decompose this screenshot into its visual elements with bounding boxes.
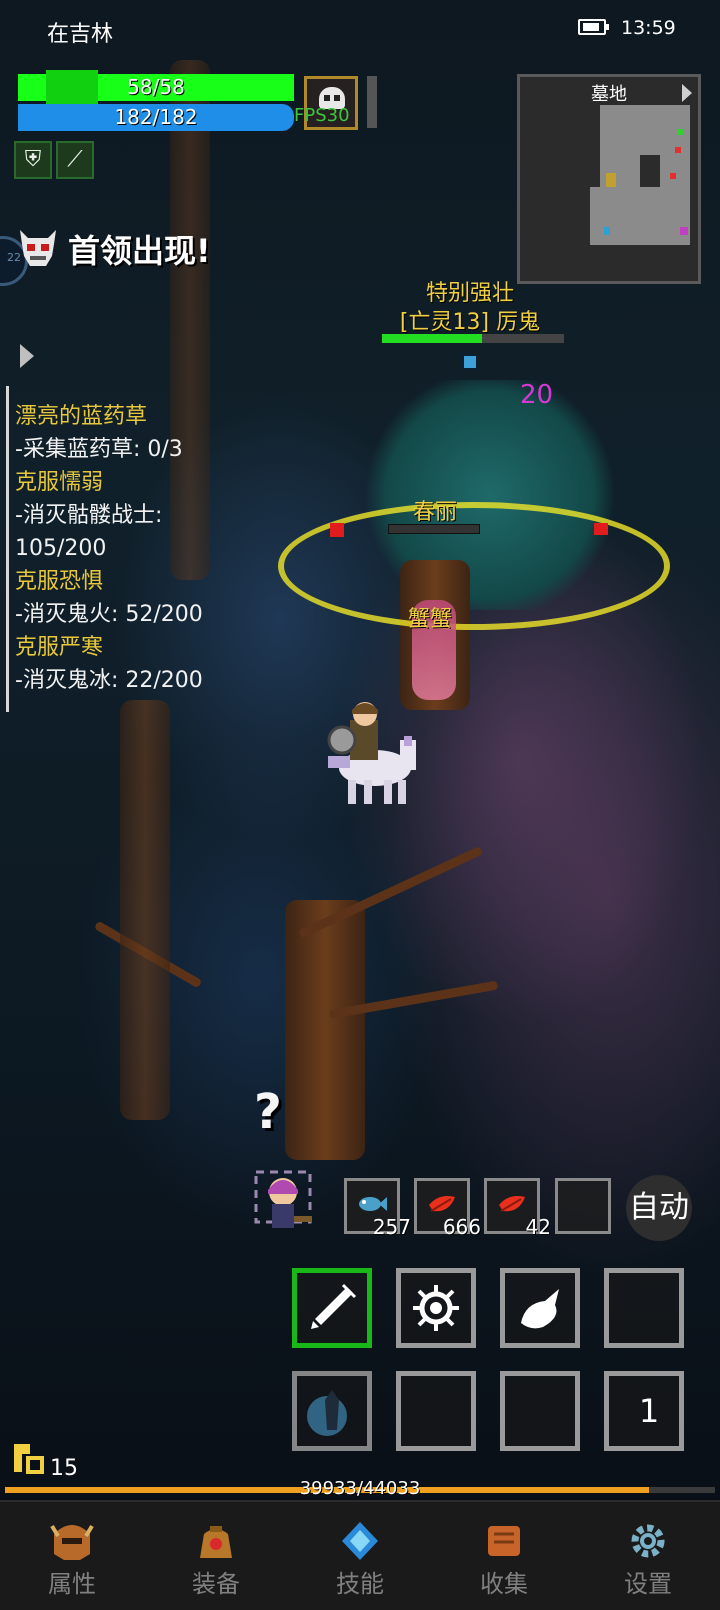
fish-icon [359, 1197, 387, 1211]
nav-settings[interactable]: 设置 [576, 1502, 720, 1610]
dark-knight-icon [307, 1390, 347, 1436]
minimap-room [600, 137, 640, 197]
damage-number: 20 [520, 380, 554, 410]
sword-buff-icon[interactable]: ⟋ [56, 141, 94, 179]
auto-battle-button[interactable]: 自动 [626, 1175, 692, 1241]
level-icon [14, 1444, 44, 1474]
nav-collection[interactable]: 收集 [432, 1502, 576, 1610]
pet-name: 蟹蟹 [407, 607, 452, 632]
quest-objective: -消灭鬼冰: 22/200 [15, 668, 203, 693]
book-icon [488, 1526, 520, 1556]
red-leaf-icon [429, 1196, 455, 1212]
nav-label: 属性 [48, 1570, 96, 1598]
battery-icon [578, 19, 609, 35]
radiant-burst-icon [413, 1285, 459, 1331]
minimap-player-marker [606, 173, 616, 187]
consumable-slot[interactable]: 42 [484, 1178, 551, 1239]
status-bar-clock: 13:59 [621, 17, 676, 39]
minimap-marker [677, 129, 683, 135]
quest-title: 克服懦弱 [15, 470, 104, 495]
tree-branch [298, 845, 484, 939]
red-leaf-icon [499, 1196, 525, 1212]
pet-hp-bar [388, 524, 480, 534]
mp-text: 182/182 [114, 105, 198, 129]
quest-panel-collapse-icon[interactable] [20, 344, 34, 368]
bag-icon [200, 1526, 232, 1558]
beast-claw-icon [521, 1289, 559, 1329]
game-screen[interactable]: ? 在吉林 13:59 58/58 182/182 FPS30 ⛨ ⟋ 墓地 2… [0, 0, 720, 1610]
quest-item[interactable]: 克服恐惧 -消灭鬼火: 52/200 [15, 565, 275, 631]
quest-title: 克服恐惧 [15, 569, 104, 594]
skill-slot[interactable] [292, 1371, 372, 1451]
mystery-question-mark[interactable]: ? [254, 1084, 282, 1140]
gear-icon [631, 1524, 665, 1558]
quickslot-counter[interactable]: 1 [604, 1371, 684, 1451]
boss-alert-text: 首领出现! [68, 232, 211, 270]
quest-item[interactable]: 克服严寒 -消灭鬼冰: 22/200 [15, 631, 275, 697]
quest-objective: 105/200 [15, 536, 107, 561]
quickslot-number: 1 [638, 1392, 660, 1430]
fps-counter: FPS30 [294, 105, 350, 126]
skill-slot-empty[interactable] [396, 1371, 476, 1451]
pet-name: 春丽 [412, 500, 457, 525]
quest-objective: -采集蓝药草: 0/3 [15, 437, 183, 462]
skill-slot[interactable] [500, 1268, 580, 1348]
helmet-icon [50, 1524, 94, 1560]
nav-label: 装备 [192, 1570, 240, 1598]
crystal-icon [342, 1522, 378, 1560]
skill-slot-empty[interactable] [500, 1371, 580, 1451]
boss-eye [594, 523, 608, 535]
nav-equipment[interactable]: 装备 [144, 1502, 288, 1610]
minimap-marker [670, 173, 676, 179]
status-bar-title: 在吉林 [47, 22, 114, 47]
skill-slot[interactable] [396, 1268, 476, 1348]
xp-text: 39933/44033 [299, 1478, 421, 1499]
minimap-marker [604, 227, 610, 235]
demon-skull-icon [20, 230, 56, 266]
minimap-expand-icon[interactable] [682, 84, 692, 102]
ghost-marker-icon [462, 354, 478, 370]
consumable-slot[interactable]: 666 [414, 1178, 481, 1239]
nav-attributes[interactable]: 属性 [0, 1502, 144, 1610]
consumable-count: 257 [372, 1215, 411, 1239]
quest-list[interactable]: 漂亮的蓝药草 -采集蓝药草: 0/3 克服懦弱 -消灭骷髅战士: 105/200… [15, 400, 275, 697]
nav-label: 技能 [336, 1570, 384, 1598]
skill-slot[interactable] [292, 1268, 372, 1348]
quest-title: 漂亮的蓝药草 [15, 404, 148, 429]
consumable-slot[interactable]: 257 [344, 1178, 411, 1239]
quest-objective: -消灭鬼火: 52/200 [15, 602, 203, 627]
tree-trunk [120, 700, 170, 1120]
minimap-title: 墓地 [591, 84, 627, 105]
consumable-slot-empty[interactable] [555, 1178, 611, 1234]
hp-text: 58/58 [127, 75, 185, 99]
quest-item[interactable]: 漂亮的蓝药草 -采集蓝药草: 0/3 [15, 400, 275, 466]
nav-skills[interactable]: 技能 [288, 1502, 432, 1610]
nav-label: 设置 [624, 1570, 672, 1598]
consumable-count: 666 [442, 1215, 481, 1239]
shield-up-buff-icon[interactable]: ⛨ [14, 141, 52, 179]
bottom-navigation: 属性 装备 技能 收集 设置 [0, 1500, 720, 1610]
player-character[interactable] [320, 700, 420, 810]
boss-eye [330, 523, 344, 537]
skill-slot-empty[interactable] [604, 1268, 684, 1348]
enemy-hp-bar [382, 334, 483, 343]
sword-slash-icon [311, 1283, 357, 1329]
consumable-count: 42 [525, 1215, 551, 1239]
quest-item[interactable]: 克服懦弱 -消灭骷髅战士: 105/200 [15, 466, 275, 565]
quest-title: 克服严寒 [15, 635, 104, 660]
enemy-modifier: 特别强壮 [425, 281, 514, 306]
enemy-name: [亡灵13] 厉鬼 [399, 310, 541, 335]
minimap-marker [680, 227, 688, 235]
tree-trunk [285, 900, 365, 1160]
companion-character[interactable] [254, 1170, 312, 1234]
minimap-marker [675, 147, 681, 153]
quest-panel-divider [6, 386, 9, 712]
nav-label: 收集 [480, 1570, 528, 1598]
quest-objective: -消灭骷髅战士: [15, 503, 163, 528]
portrait-side-bar [367, 76, 377, 128]
